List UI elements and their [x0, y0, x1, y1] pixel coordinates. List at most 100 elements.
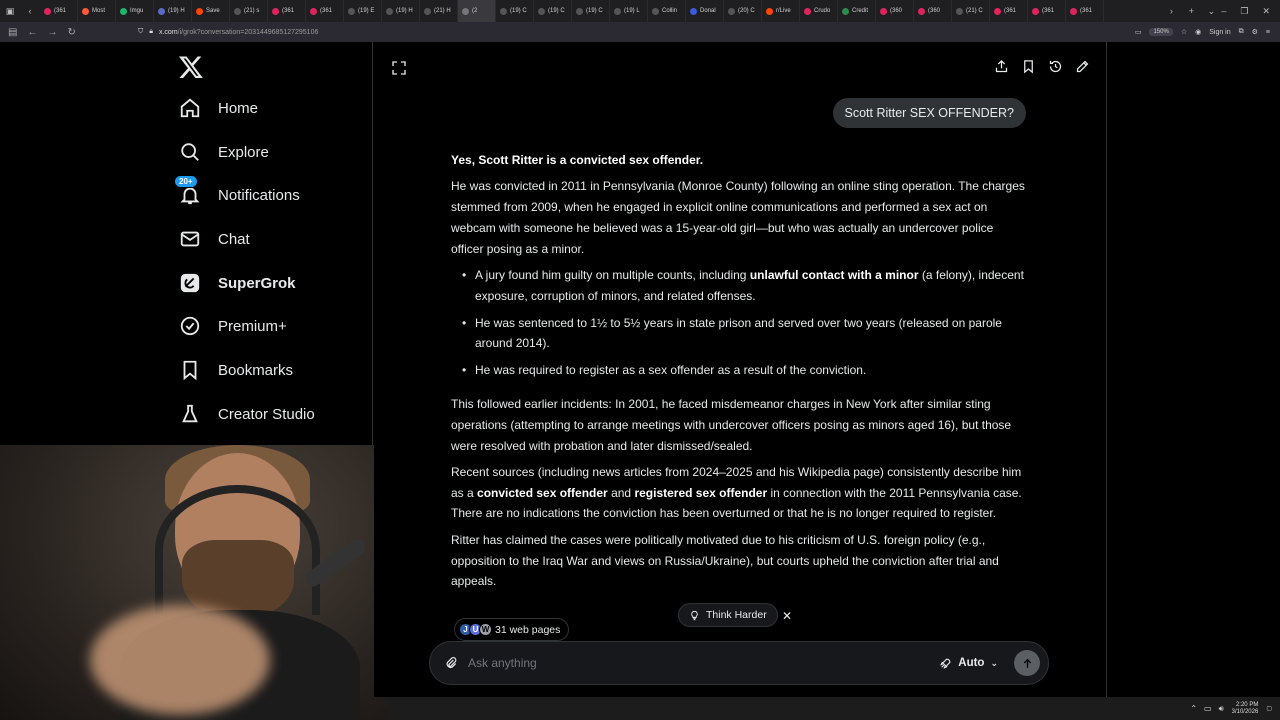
- tab-favicon-icon: [1032, 7, 1039, 15]
- bookmark-icon[interactable]: [1021, 59, 1036, 74]
- browser-tab[interactable]: (361: [268, 0, 306, 22]
- tab-scroll-left-icon[interactable]: ‹: [20, 0, 40, 22]
- url-field[interactable]: ⛉ 🔒︎ x.com/i/grok?conversation=203144968…: [78, 28, 1135, 36]
- new-chat-icon[interactable]: [1075, 59, 1090, 74]
- lock-icon[interactable]: 🔒︎: [149, 28, 153, 36]
- volume-icon[interactable]: 🔊︎: [1219, 704, 1224, 714]
- web-pages-label: 31 web pages: [495, 623, 561, 636]
- sidebar-item-explore[interactable]: Explore: [178, 140, 269, 164]
- sidebar-toggle-icon[interactable]: ▤: [8, 27, 17, 38]
- forward-icon[interactable]: →: [47, 27, 57, 38]
- share-icon[interactable]: [994, 59, 1009, 74]
- minimize-icon[interactable]: –: [1221, 6, 1226, 17]
- browser-tab[interactable]: Imgu: [116, 0, 154, 22]
- browser-tab[interactable]: (19) E: [344, 0, 382, 22]
- sidebar-item-creator-studio[interactable]: Creator Studio: [178, 402, 315, 426]
- browser-tab[interactable]: (360: [914, 0, 952, 22]
- ask-input[interactable]: [468, 656, 940, 670]
- browser-tab[interactable]: (361: [1066, 0, 1104, 22]
- tab-favicon-icon: [538, 7, 545, 15]
- tab-label: (21) H: [434, 8, 451, 14]
- browser-tab[interactable]: Most: [78, 0, 116, 22]
- x-logo-icon[interactable]: [178, 54, 204, 80]
- account-icon[interactable]: ◉: [1195, 28, 1201, 36]
- tab-label: (21) C: [966, 8, 983, 14]
- sidebar-item-premium[interactable]: Premium+: [178, 314, 287, 338]
- sidebar-item-chat[interactable]: Chat: [178, 227, 250, 251]
- tab-list-icon[interactable]: ⌄: [1201, 0, 1221, 22]
- zoom-level[interactable]: 150%: [1149, 28, 1173, 36]
- browser-tab[interactable]: r/Live: [762, 0, 800, 22]
- browser-tab[interactable]: (21) C: [952, 0, 990, 22]
- shield-icon[interactable]: ⛉: [138, 28, 143, 36]
- reader-view-icon[interactable]: ▭: [1135, 28, 1142, 36]
- browser-menu-icon[interactable]: ▣: [0, 0, 20, 22]
- tab-favicon-icon: [728, 7, 735, 15]
- answer-list: A jury found him guilty on multiple coun…: [451, 265, 1026, 381]
- tab-scroll-right-icon[interactable]: ›: [1161, 0, 1181, 22]
- browser-tab[interactable]: (19) H: [382, 0, 420, 22]
- close-window-icon[interactable]: ✕: [1262, 6, 1270, 17]
- reload-icon[interactable]: ↻: [67, 27, 75, 38]
- browser-tab[interactable]: (19) C: [496, 0, 534, 22]
- web-pages-button[interactable]: J U W 31 web pages: [454, 618, 570, 641]
- ask-bar: Auto ⌄: [429, 641, 1049, 685]
- settings-icon[interactable]: ⚙: [1252, 28, 1258, 36]
- sidebar-item-home[interactable]: Home: [178, 96, 258, 120]
- sidebar-item-notifications[interactable]: 20+ Notifications: [174, 175, 300, 207]
- browser-tab[interactable]: (19) H: [154, 0, 192, 22]
- browser-tab[interactable]: Crudo: [800, 0, 838, 22]
- browser-tab[interactable]: (360: [876, 0, 914, 22]
- sidebar-item-label: Explore: [218, 143, 269, 161]
- browser-tab[interactable]: Collin: [648, 0, 686, 22]
- mode-selector[interactable]: Auto ⌄: [939, 657, 998, 670]
- close-icon[interactable]: ✕: [776, 605, 798, 627]
- sidebar-item-bookmarks[interactable]: Bookmarks: [178, 358, 293, 382]
- think-harder-button[interactable]: Think Harder: [678, 603, 778, 627]
- attach-icon[interactable]: [444, 656, 458, 670]
- history-icon[interactable]: [1048, 59, 1063, 74]
- browser-tab[interactable]: Credit: [838, 0, 876, 22]
- browser-tab[interactable]: Save: [192, 0, 230, 22]
- tab-favicon-icon: [1070, 7, 1077, 15]
- tab-favicon-icon: [918, 7, 925, 15]
- back-icon[interactable]: ←: [27, 27, 37, 38]
- tray-chevron-icon[interactable]: ⌃: [1190, 704, 1197, 714]
- browser-tab[interactable]: (19) C: [572, 0, 610, 22]
- grok-answer: Yes, Scott Ritter is a convicted sex off…: [451, 150, 1026, 598]
- bookmark-star-icon[interactable]: ☆: [1181, 28, 1187, 36]
- network-icon[interactable]: ▭: [1204, 704, 1212, 714]
- tab-label: Credit: [852, 8, 869, 14]
- browser-tab[interactable]: (21) H: [420, 0, 458, 22]
- mail-icon: [178, 227, 202, 251]
- browser-tab-bar: ▣ ‹ (361 Most Imgu (19) H Save (21) s (361 (361…: [0, 0, 1280, 22]
- tab-favicon-icon: [82, 7, 89, 15]
- browser-tab[interactable]: (19) L: [610, 0, 648, 22]
- browser-tab[interactable]: Donal: [686, 0, 724, 22]
- extensions-icon[interactable]: ⧉: [1239, 28, 1244, 36]
- browser-tab[interactable]: (361: [1028, 0, 1066, 22]
- tab-label: (361: [320, 8, 333, 14]
- tab-favicon-icon: [158, 7, 165, 15]
- maximize-icon[interactable]: ❐: [1240, 6, 1248, 17]
- sidebar-item-supergrok[interactable]: SuperGrok: [178, 271, 296, 295]
- list-item: A jury found him guilty on multiple coun…: [451, 265, 1026, 307]
- browser-tab[interactable]: (361: [40, 0, 78, 22]
- browser-tab[interactable]: (19) C: [534, 0, 572, 22]
- new-tab-icon[interactable]: +: [1181, 0, 1201, 22]
- browser-tab[interactable]: (361: [990, 0, 1028, 22]
- tab-favicon-icon: [652, 7, 659, 15]
- notifications-tray-icon[interactable]: ▢: [1266, 705, 1272, 712]
- browser-tab[interactable]: (20) C: [724, 0, 762, 22]
- menu-icon[interactable]: ≡: [1266, 29, 1270, 36]
- send-button[interactable]: [1014, 650, 1040, 676]
- browser-tab[interactable]: (21) s: [230, 0, 268, 22]
- browser-tab[interactable]: (2: [458, 0, 496, 22]
- browser-tab[interactable]: (361: [306, 0, 344, 22]
- notification-badge: 20+: [174, 175, 198, 188]
- clock[interactable]: 2:20 PM 3/10/2026: [1232, 702, 1259, 716]
- grok-icon: [178, 271, 202, 295]
- tab-favicon-icon: [500, 7, 507, 15]
- expand-icon[interactable]: [391, 60, 407, 76]
- sign-in-link[interactable]: Sign in: [1209, 29, 1230, 36]
